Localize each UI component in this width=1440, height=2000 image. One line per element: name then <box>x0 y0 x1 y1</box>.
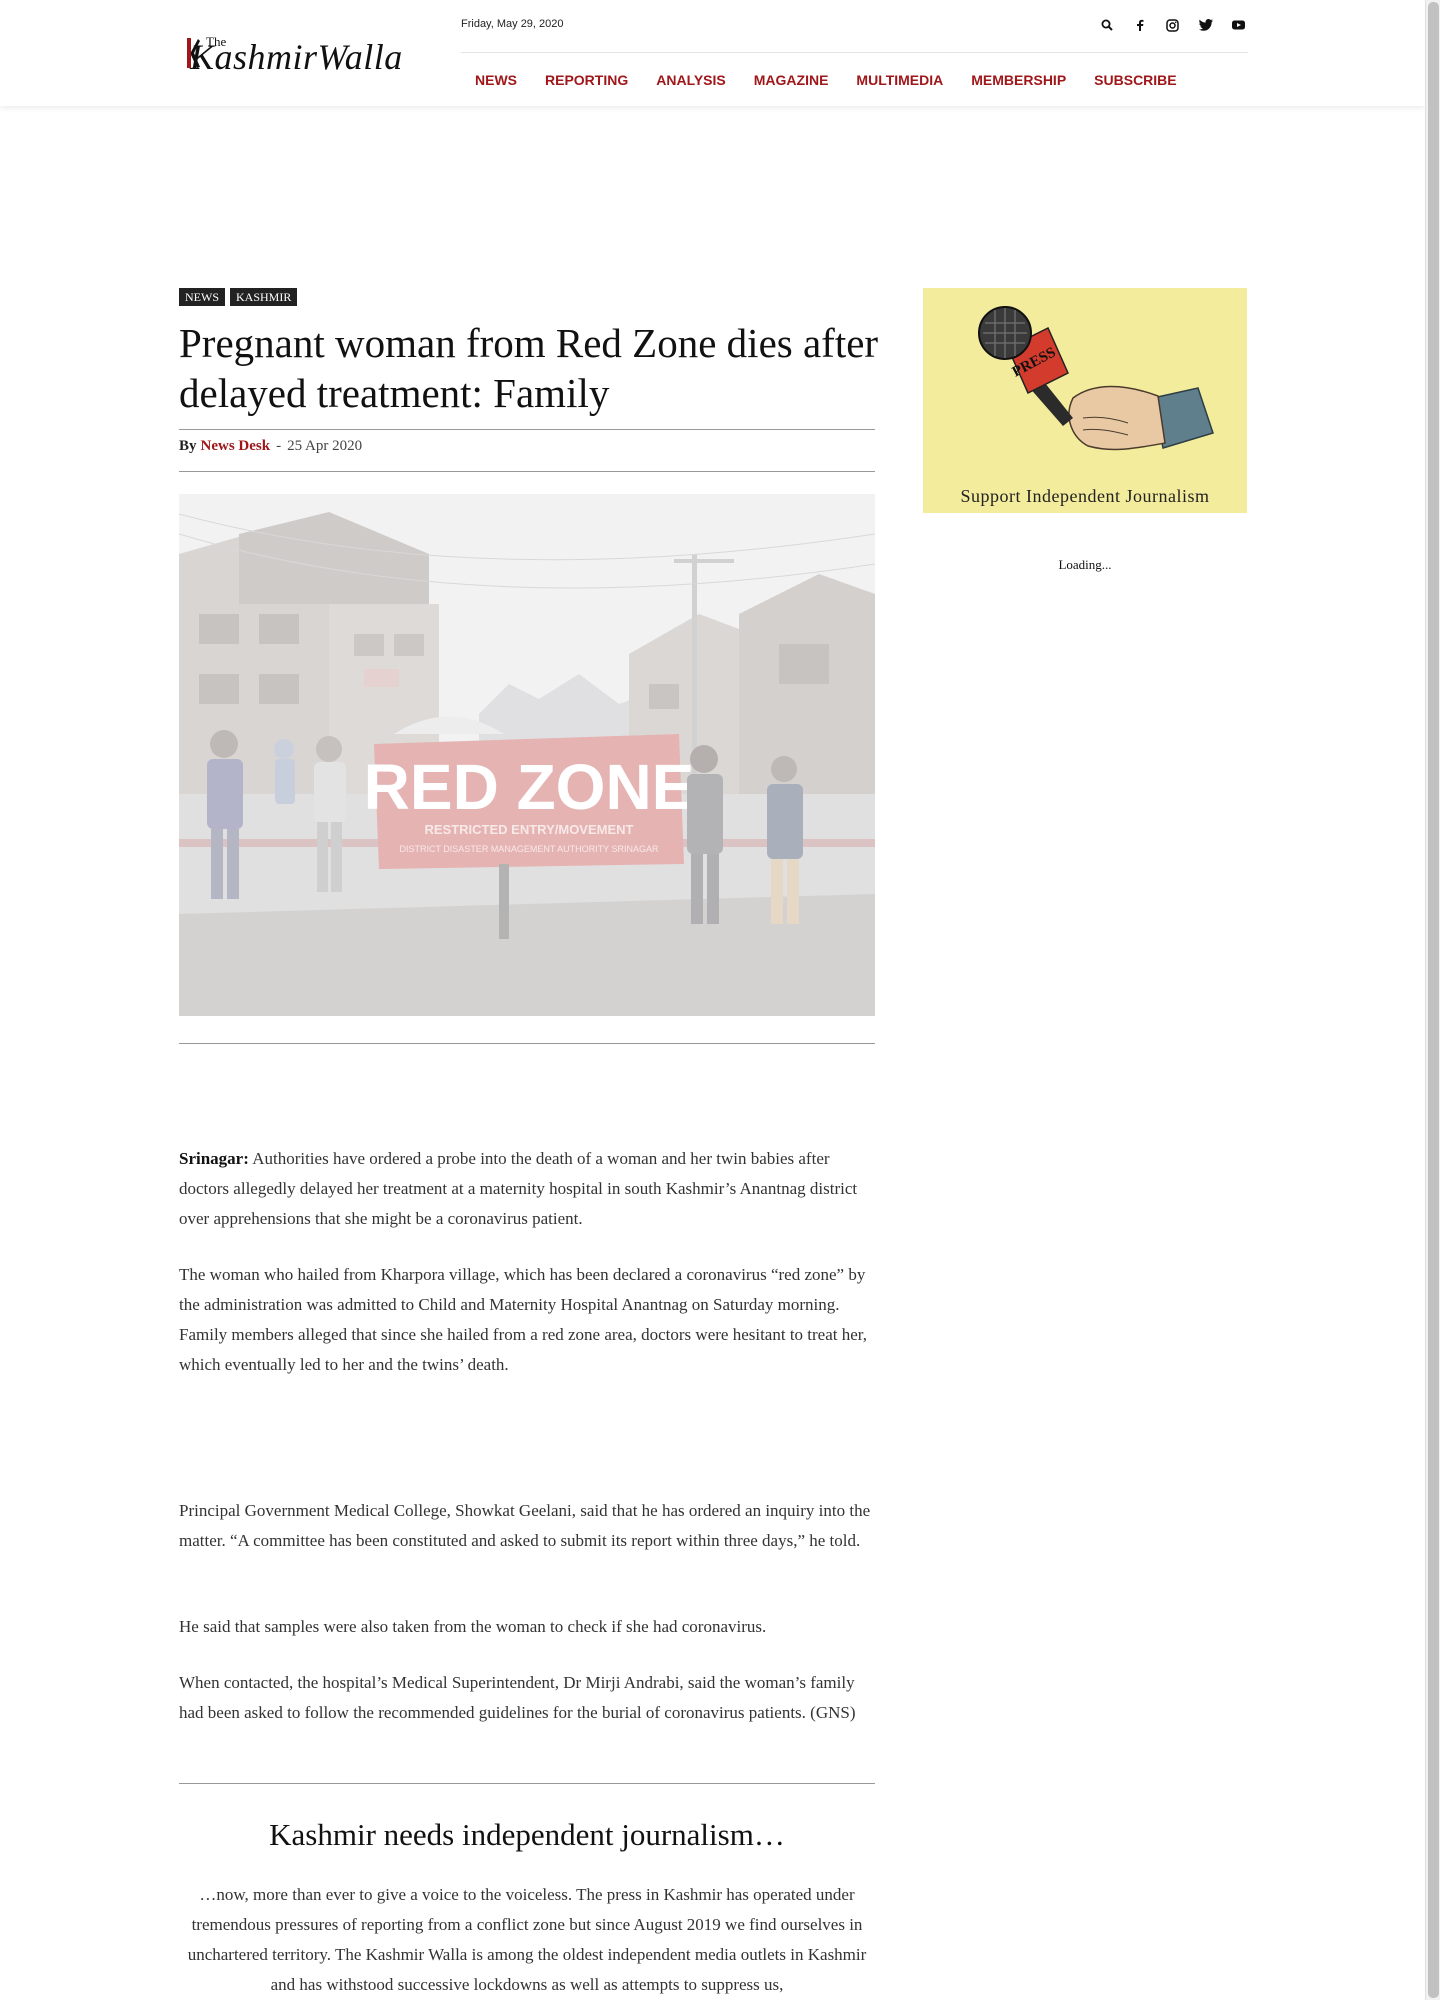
nav-subscribe[interactable]: SUBSCRIBE <box>1080 60 1190 100</box>
instagram-icon[interactable] <box>1156 14 1189 36</box>
header-divider <box>461 52 1248 53</box>
byline-separator: - <box>276 438 282 454</box>
search-icon[interactable] <box>1090 14 1123 36</box>
ad-caption: Support Independent Journalism <box>960 486 1210 506</box>
header-date: Friday, May 29, 2020 <box>461 18 564 30</box>
nav-multimedia[interactable]: MULTIMEDIA <box>842 60 957 100</box>
nav-magazine[interactable]: MAGAZINE <box>740 60 843 100</box>
facebook-icon[interactable] <box>1123 14 1156 36</box>
youtube-icon[interactable] <box>1222 14 1255 36</box>
nav-news[interactable]: NEWS <box>461 60 531 100</box>
article-featured-image[interactable]: RED ZONE RESTRICTED ENTRY/MOVEMENT DISTR… <box>179 494 875 1016</box>
logo-name: KashmirWalla <box>190 37 403 77</box>
article-title: Pregnant woman from Red Zone dies after … <box>179 320 879 416</box>
nav-reporting[interactable]: REPORTING <box>531 60 642 100</box>
image-divider <box>179 1043 875 1044</box>
nav-membership[interactable]: MEMBERSHIP <box>957 60 1080 100</box>
main-nav: NEWS REPORTING ANALYSIS MAGAZINE MULTIME… <box>461 60 1191 100</box>
article-date: 25 Apr 2020 <box>287 438 363 454</box>
article-byline: By News Desk -25 Apr 2020 <box>179 438 362 455</box>
paragraph-1-text: Authorities have ordered a probe into th… <box>179 1149 858 1228</box>
article-paragraph-2: The woman who hailed from Kharpora villa… <box>179 1265 868 1374</box>
site-logo[interactable]: The KashmirWalla <box>180 32 416 77</box>
support-journalism-ad[interactable]: PRESS Support Independent Journalism <box>923 288 1247 513</box>
article-paragraph-3: Principal Government Medical College, Sh… <box>179 1501 871 1550</box>
article-paragraph-4: He said that samples were also taken fro… <box>179 1617 767 1636</box>
twitter-icon[interactable] <box>1189 14 1222 36</box>
social-icons <box>1090 14 1255 36</box>
promo-title: Kashmir needs independent journalism… <box>269 1817 785 1852</box>
page-scrollbar[interactable] <box>1425 0 1440 2000</box>
scrollbar-thumb[interactable] <box>1428 2 1439 1998</box>
dateline: Srinagar: <box>179 1149 249 1168</box>
category-kashmir[interactable]: KASHMIR <box>230 288 298 306</box>
promo-text: …now, more than ever to give a voice to … <box>187 1885 867 1994</box>
article-paragraph-1: Srinagar: Authorities have ordered a pro… <box>179 1144 875 1234</box>
byline-divider <box>179 471 875 472</box>
title-divider <box>179 429 875 430</box>
nav-analysis[interactable]: ANALYSIS <box>642 60 740 100</box>
byline-by: By <box>179 438 197 454</box>
loading-indicator: Loading... <box>1058 557 1112 572</box>
press-microphone-illustration: PRESS <box>978 306 1214 451</box>
article-categories: NEWS KASHMIR <box>179 288 298 306</box>
author-link[interactable]: News Desk <box>201 438 271 454</box>
category-news[interactable]: NEWS <box>179 288 225 306</box>
site-header: The KashmirWalla Friday, May 29, 2020 NE… <box>0 0 1425 106</box>
promo-divider <box>179 1783 875 1784</box>
article-paragraph-5: When contacted, the hospital’s Medical S… <box>179 1673 856 1722</box>
